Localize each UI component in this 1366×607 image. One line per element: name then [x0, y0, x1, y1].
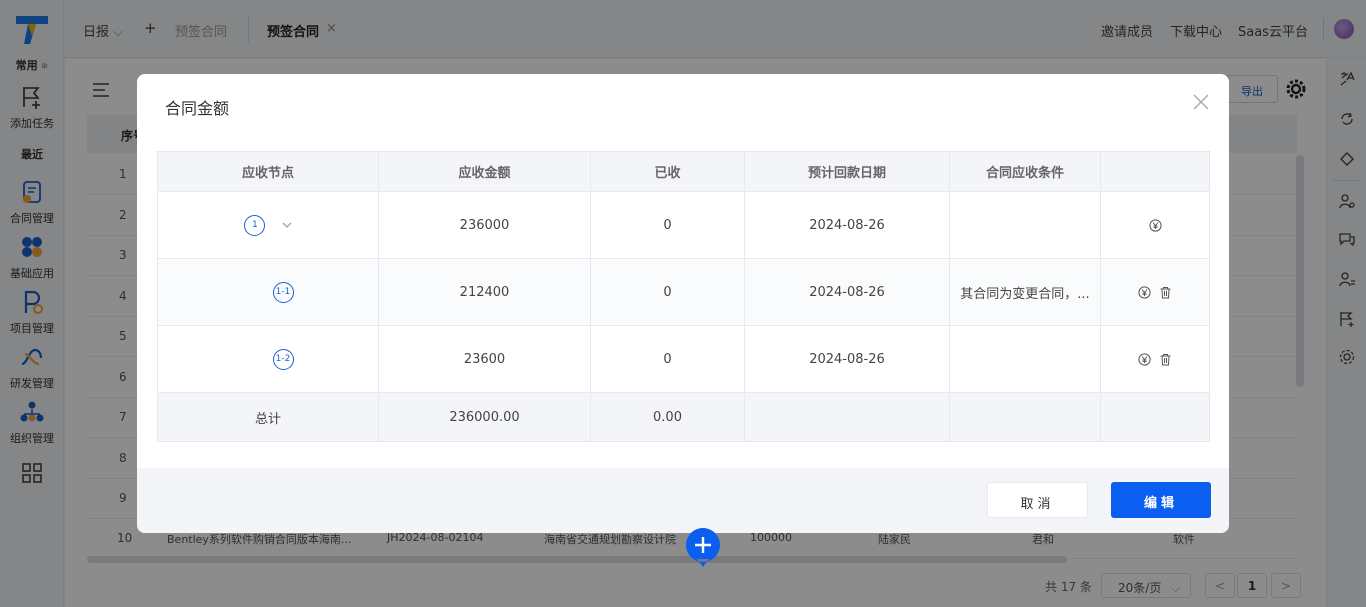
total-amount: 236000.00 — [378, 392, 591, 442]
condition-cell — [949, 325, 1101, 393]
node-cell: 1 — [157, 191, 379, 259]
node-cell: 1-2 — [157, 325, 379, 393]
column-header-node: 应收节点 — [157, 151, 379, 192]
delete-trash-icon[interactable] — [1159, 286, 1172, 299]
expected-date-cell: 2024-08-26 — [744, 191, 950, 259]
node-cell: 1-1 — [157, 258, 379, 326]
cancel-button[interactable]: 取消 — [987, 482, 1088, 518]
delete-trash-icon[interactable] — [1159, 353, 1172, 366]
amount-cell: 23600 — [378, 325, 591, 393]
receivables-table: 应收节点 应收金额 已收 预计回款日期 合同应收条件 1 236000 0 20… — [157, 151, 1210, 442]
yuan-coin-icon[interactable] — [1138, 352, 1151, 366]
column-header-amount: 应收金额 — [378, 151, 591, 192]
edit-button[interactable]: 编辑 — [1111, 482, 1211, 518]
total-row: 总计 236000.00 0.00 — [157, 392, 1210, 442]
condition-cell: 其合同为变更合同，... — [949, 258, 1101, 326]
table-row: 1-1 212400 0 2024-08-26 其合同为变更合同，... — [157, 258, 1210, 326]
table-header-row: 应收节点 应收金额 已收 预计回款日期 合同应收条件 — [157, 151, 1210, 192]
received-cell: 0 — [590, 258, 745, 326]
dialog-footer: 取消 编辑 — [137, 468, 1229, 533]
node-badge: 1-1 — [272, 281, 294, 303]
amount-cell: 236000 — [378, 191, 591, 259]
expected-date-cell: 2024-08-26 — [744, 325, 950, 393]
total-label: 总计 — [157, 392, 379, 442]
condition-cell — [949, 191, 1101, 259]
yuan-coin-icon[interactable] — [1148, 218, 1162, 232]
table-row: 1 236000 0 2024-08-26 — [157, 191, 1210, 259]
close-icon[interactable] — [1193, 94, 1209, 110]
column-header-received: 已收 — [590, 151, 745, 192]
expected-date-cell: 2024-08-26 — [744, 258, 950, 326]
node-badge: 1 — [244, 214, 266, 236]
table-row: 1-2 23600 0 2024-08-26 — [157, 325, 1210, 393]
chevron-down-icon[interactable] — [282, 220, 292, 230]
received-cell: 0 — [590, 191, 745, 259]
empty-cell — [949, 392, 1101, 442]
yuan-coin-icon[interactable] — [1138, 285, 1151, 299]
floating-add-button[interactable] — [685, 527, 721, 567]
column-header-actions — [1100, 151, 1210, 192]
contract-amount-dialog: 合同金额 应收节点 应收金额 已收 预计回款日期 合同应收条件 1 236000 — [137, 74, 1229, 533]
column-header-condition: 合同应收条件 — [949, 151, 1101, 192]
empty-cell — [1100, 392, 1210, 442]
actions-cell — [1100, 325, 1210, 393]
actions-cell — [1100, 258, 1210, 326]
amount-cell: 212400 — [378, 258, 591, 326]
dialog-title: 合同金额 — [165, 99, 230, 118]
actions-cell — [1100, 191, 1210, 259]
empty-cell — [744, 392, 950, 442]
received-cell: 0 — [590, 325, 745, 393]
node-badge: 1-2 — [272, 348, 294, 370]
column-header-expected-date: 预计回款日期 — [744, 151, 950, 192]
total-received: 0.00 — [590, 392, 745, 442]
